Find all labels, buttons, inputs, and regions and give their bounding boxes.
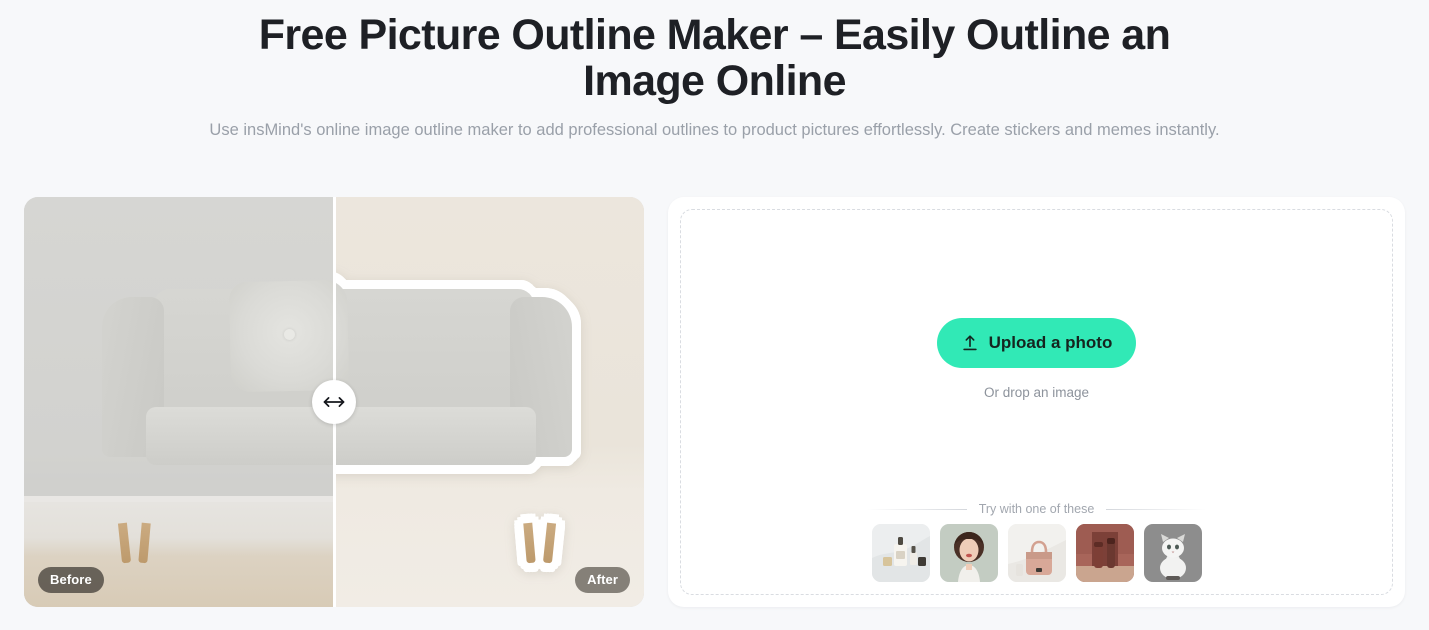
- upload-dropzone[interactable]: Upload a photo Or drop an image Try with…: [680, 209, 1393, 595]
- sofa-illustration-outlined: [334, 279, 572, 564]
- main-content: Before After Upload a photo Or drop an i: [0, 197, 1429, 607]
- upload-card: Upload a photo Or drop an image Try with…: [668, 197, 1405, 607]
- sample-thumbnails: [681, 524, 1392, 582]
- before-image: [24, 197, 334, 607]
- sofa-pillow: [228, 279, 334, 393]
- sample-thumbnail-skincare-bottles[interactable]: [871, 524, 930, 582]
- before-badge: Before: [38, 567, 104, 593]
- page-header: Free Picture Outline Maker – Easily Outl…: [0, 0, 1429, 142]
- upload-photo-button-label: Upload a photo: [988, 333, 1113, 352]
- comparison-slider-handle[interactable]: [312, 380, 356, 424]
- divider-line-right: [1106, 508, 1207, 510]
- sofa-seat: [334, 407, 536, 465]
- sample-thumbnail-woman-portrait[interactable]: [939, 524, 998, 582]
- page-subtitle: Use insMind's online image outline maker…: [209, 120, 1220, 139]
- sofa-seat: [146, 407, 334, 465]
- divider-line-left: [866, 508, 967, 510]
- sofa-illustration: [102, 279, 334, 564]
- after-image-pane: [334, 197, 644, 607]
- sample-thumbnail-white-cat[interactable]: [1143, 524, 1202, 582]
- sofa-back: [334, 289, 534, 419]
- horizontal-resize-arrows-icon: [323, 396, 345, 408]
- page-title: Free Picture Outline Maker – Easily Outl…: [258, 11, 1171, 106]
- upload-photo-button[interactable]: Upload a photo: [936, 318, 1137, 368]
- after-image: [334, 197, 644, 607]
- page-root: Free Picture Outline Maker – Easily Outl…: [0, 0, 1429, 630]
- samples-divider: Try with one of these: [681, 502, 1392, 516]
- sample-thumbnail-cosmetic-tubes[interactable]: [1075, 524, 1134, 582]
- before-image-pane: [24, 197, 334, 607]
- upload-arrow-icon: [961, 334, 979, 352]
- samples-label: Try with one of these: [978, 502, 1095, 516]
- after-badge: After: [575, 567, 630, 593]
- before-after-comparison[interactable]: Before After: [24, 197, 644, 607]
- sample-thumbnail-pink-handbag[interactable]: [1007, 524, 1066, 582]
- drop-hint-text: Or drop an image: [983, 385, 1090, 400]
